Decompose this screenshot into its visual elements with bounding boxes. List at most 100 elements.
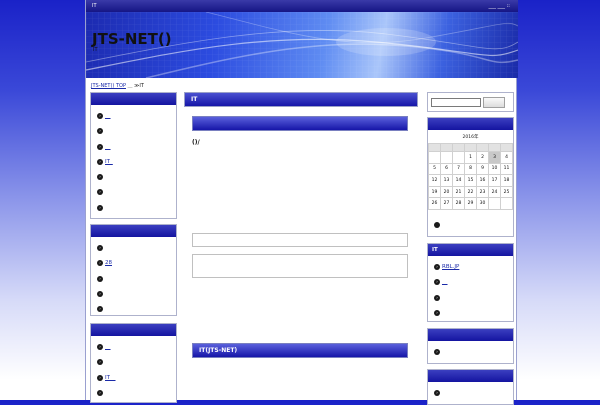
list-item[interactable]: › __ (97, 140, 176, 155)
list-item[interactable]: › (97, 272, 176, 287)
arrow-bullet-icon[interactable] (434, 222, 440, 228)
calendar-day[interactable]: 26 (428, 197, 441, 210)
calendar-day[interactable]: 7 (452, 162, 465, 176)
arrow-bullet-icon: › (97, 204, 103, 211)
breadcrumb-separator: ＿ ≫ (125, 83, 140, 89)
calendar-day[interactable]: 4 (500, 151, 513, 164)
search-button[interactable] (483, 97, 505, 108)
arrow-bullet-icon: › (434, 279, 440, 286)
list-item-link[interactable]: __ (442, 279, 448, 285)
list-item-link[interactable]: RBL.JP (442, 264, 459, 270)
list-item-link[interactable]: IT__ (105, 375, 115, 381)
calendar-day[interactable]: 6 (440, 162, 453, 176)
list-item[interactable]: › (434, 291, 513, 306)
right-box-2-list: › (428, 341, 513, 360)
left-sidebar-box-2: › › 28 › › › (90, 224, 177, 316)
arrow-bullet-icon: › (97, 275, 103, 282)
list-item[interactable]: › (434, 345, 513, 360)
list-item[interactable]: › (97, 201, 176, 216)
list-item[interactable]: › IT_ (97, 155, 176, 170)
list-item[interactable]: › (97, 302, 176, 317)
calendar-day[interactable]: 29 (464, 197, 477, 210)
calendar-day[interactable]: 5 (428, 162, 441, 176)
top-bar-links[interactable]: ___ ___ :: (488, 0, 510, 12)
content-box (192, 254, 408, 278)
calendar-header (428, 118, 513, 130)
calendar-day[interactable]: 11 (500, 162, 513, 176)
site-title[interactable]: JTS-NET() (92, 30, 172, 48)
calendar-week: 5 6 7 8 9 10 11 (428, 162, 513, 176)
arrow-bullet-icon: › (97, 290, 103, 297)
calendar-day[interactable]: 19 (428, 185, 441, 199)
arrow-bullet-icon: › (434, 390, 440, 396)
calendar-week: 19 20 21 22 23 24 25 (428, 185, 513, 199)
list-item-link[interactable]: __ (105, 113, 111, 119)
second-section-header: IT(JTS-NET) (192, 343, 408, 358)
list-item[interactable]: › __ (97, 109, 176, 124)
search-input[interactable] (431, 98, 481, 107)
list-item[interactable]: › (97, 287, 176, 302)
left-sidebar-box-1: › __ › › __ › IT_ › › › (90, 92, 177, 219)
list-item[interactable]: › __ (434, 275, 513, 290)
list-item[interactable]: › (97, 124, 176, 139)
calendar-day[interactable]: 17 (488, 174, 501, 187)
calendar-day[interactable]: 30 (476, 197, 489, 210)
calendar-weekday (440, 143, 453, 152)
calendar-day[interactable]: 16 (476, 174, 489, 187)
list-item[interactable]: › (434, 386, 513, 401)
calendar-day[interactable]: 13 (440, 174, 453, 187)
calendar-day[interactable]: 23 (476, 185, 489, 199)
list-item[interactable]: › (97, 185, 176, 200)
left-box-2-header (91, 225, 176, 237)
list-item-link[interactable]: __ (105, 144, 111, 150)
list-item[interactable]: › (434, 306, 513, 321)
top-bar-text: IT (92, 3, 97, 9)
top-bar: IT ___ ___ :: (86, 0, 518, 12)
calendar-day[interactable]: 9 (476, 162, 489, 176)
calendar-caption: 2016年 (462, 135, 479, 140)
calendar-day[interactable]: 10 (488, 162, 501, 176)
list-item[interactable]: › RBL.JP (434, 260, 513, 275)
list-item[interactable]: › (97, 241, 176, 256)
right-box-3-list: › (428, 382, 513, 401)
calendar-day[interactable]: 21 (452, 185, 465, 199)
calendar-day[interactable]: 27 (440, 197, 453, 210)
list-item[interactable]: › (97, 170, 176, 185)
list-item-link[interactable]: IT_ (105, 159, 113, 165)
left-box-3-header (91, 324, 176, 336)
arrow-bullet-icon: › (97, 158, 103, 165)
arrow-bullet-icon: › (97, 306, 103, 313)
calendar-day[interactable]: 1 (464, 151, 477, 164)
list-item[interactable]: › (97, 355, 176, 370)
main-section-header: IT (184, 92, 418, 107)
right-box-2-header (428, 329, 513, 341)
calendar-day[interactable]: 14 (452, 174, 465, 187)
calendar-day[interactable]: 8 (464, 162, 477, 176)
arrow-bullet-icon: › (97, 389, 103, 396)
right-sidebar-box-2: › (427, 328, 514, 364)
calendar-day[interactable]: 24 (488, 185, 501, 199)
post-title[interactable]: ()/ (192, 139, 200, 146)
calendar-day[interactable]: 3 (488, 151, 501, 164)
calendar-day[interactable]: 28 (452, 197, 465, 210)
calendar-day[interactable]: 12 (428, 174, 441, 187)
calendar-week: 1234 (428, 151, 513, 164)
calendar-day[interactable]: 15 (464, 174, 477, 187)
list-item-link[interactable]: __ (105, 344, 111, 350)
left-sidebar-box-3: › __ › › IT__ › (90, 323, 177, 403)
list-item[interactable]: › IT__ (97, 371, 176, 386)
breadcrumb-home-link[interactable]: JTS-NET() TOP (91, 83, 126, 89)
arrow-bullet-icon: › (97, 174, 103, 181)
calendar-weekday (428, 143, 441, 152)
list-item[interactable]: › (97, 386, 176, 401)
list-item[interactable]: › 28 (97, 256, 176, 271)
calendar-day[interactable]: 18 (500, 174, 513, 187)
right-box-1-header: IT (428, 244, 513, 256)
list-item-link[interactable]: 28 (105, 260, 112, 266)
calendar-day[interactable]: 20 (440, 185, 453, 199)
calendar-day[interactable]: 25 (500, 185, 513, 199)
arrow-bullet-icon: › (97, 344, 103, 350)
calendar-day[interactable]: 2 (476, 151, 489, 164)
calendar-day[interactable]: 22 (464, 185, 477, 199)
list-item[interactable]: › __ (97, 340, 176, 355)
